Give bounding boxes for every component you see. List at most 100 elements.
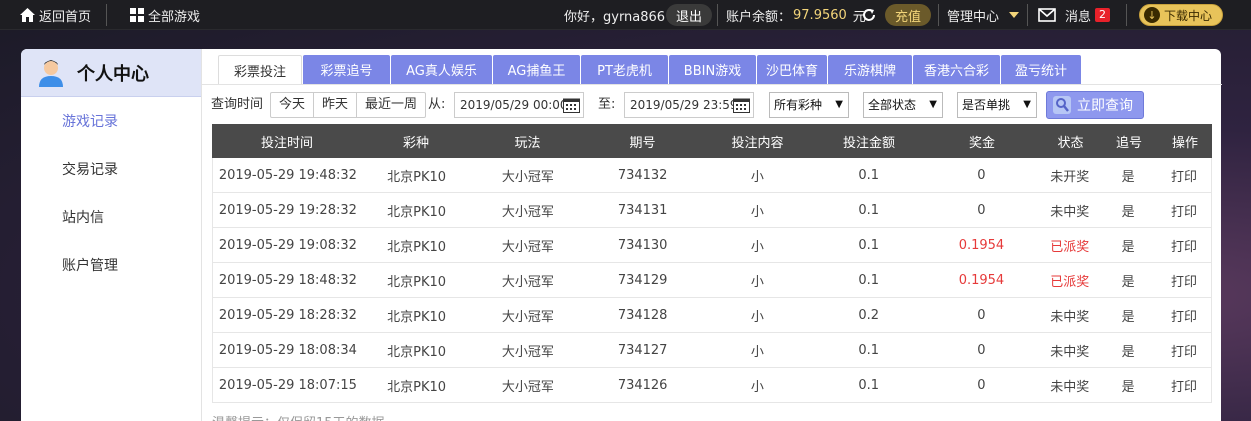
sidebar-item-account[interactable]: 账户管理	[21, 241, 201, 289]
table-row: 2019-05-29 18:28:32 北京PK10 大小冠军 734128 小 0.2 0…	[212, 298, 1212, 333]
divider	[717, 4, 718, 26]
to-date-input[interactable]: 2019/05/29 23:59	[624, 92, 754, 118]
tab-label: 香港六合彩	[923, 64, 989, 79]
sidebar: 个人中心 游戏记录 交易记录 站内信 账户管理	[21, 49, 201, 421]
home-label: 返回首页	[39, 9, 92, 25]
tab-label: PT老虎机	[597, 64, 652, 79]
issue-cell: 734132	[617, 167, 668, 183]
recharge-label: 充值	[885, 4, 932, 26]
bet-amount-cell: 0.1	[858, 167, 880, 183]
bet-time-cell: 2019-05-29 18:07:15	[218, 377, 357, 393]
bet-amount-cell: 0.1	[858, 377, 880, 393]
tab-label: AG真人娱乐	[406, 64, 477, 79]
sidebar-item-label: 交易记录	[62, 162, 118, 178]
bet-time-cell: 2019-05-29 18:28:32	[218, 307, 357, 323]
from-label: 从:	[428, 97, 446, 112]
lottery-cell: 北京PK10	[387, 344, 447, 360]
range-today-button[interactable]: 今天	[271, 93, 315, 117]
status-select[interactable]: 全部状态 ▼	[863, 92, 943, 118]
query-button[interactable]: 立即查询	[1046, 91, 1144, 119]
single-pick-select[interactable]: 是否单挑 ▼	[957, 92, 1037, 118]
print-link[interactable]: 打印	[1157, 368, 1211, 402]
sidebar-title: 个人中心	[77, 63, 149, 85]
single-select-value: 是否单挑	[962, 98, 1011, 112]
logout-button[interactable]: 退出	[666, 0, 713, 30]
sidebar-item-messages[interactable]: 站内信	[21, 193, 201, 241]
tab-label: 彩票投注	[233, 64, 286, 80]
print-link[interactable]: 打印	[1157, 228, 1211, 262]
tab-lottery-bets[interactable]: 彩票投注	[218, 55, 302, 84]
play-type-cell: 大小冠军	[501, 344, 554, 360]
status-cell: 未中奖	[1050, 204, 1090, 220]
bet-content-cell: 小	[750, 274, 764, 290]
lottery-cell: 北京PK10	[387, 169, 447, 185]
tab-ag-fishing[interactable]: AG捕鱼王	[493, 55, 580, 84]
column-header: 投注内容	[731, 135, 784, 151]
lottery-type-select[interactable]: 所有彩种 ▼	[769, 92, 849, 118]
bet-time-cell: 2019-05-29 18:48:32	[218, 272, 357, 288]
recharge-button[interactable]: 充值	[885, 0, 932, 30]
play-type-cell: 大小冠军	[501, 274, 554, 290]
refresh-button[interactable]	[861, 0, 877, 30]
calendar-icon[interactable]	[733, 97, 750, 113]
sidebar-item-label: 游戏记录	[62, 114, 118, 130]
range-last-week-button[interactable]: 最近一周	[357, 93, 425, 117]
issue-cell: 734127	[617, 342, 668, 358]
chevron-down-icon	[1009, 12, 1020, 18]
play-type-cell: 大小冠军	[501, 169, 554, 185]
play-type-cell: 大小冠军	[501, 204, 554, 220]
tab-hk-mark-six[interactable]: 香港六合彩	[913, 55, 1000, 84]
lottery-cell: 北京PK10	[387, 379, 447, 395]
retention-hint: 温馨提示：仅保留15天的数据	[212, 412, 385, 421]
tab-lottery-chase[interactable]: 彩票追号	[303, 55, 390, 84]
print-link[interactable]: 打印	[1157, 333, 1211, 367]
issue-cell: 734126	[617, 377, 668, 393]
table-header: 投注时间 彩种 玩法 期号 投注内容 投注金额 奖金 状态 追号 操作	[212, 124, 1212, 158]
refresh-icon	[863, 9, 875, 21]
prize-cell: 0	[977, 167, 986, 183]
table-row: 2019-05-29 19:48:32 北京PK10 大小冠军 734132 小 0.1 0…	[212, 158, 1212, 193]
range-yesterday-button[interactable]: 昨天	[314, 93, 358, 117]
chase-cell: 是	[1121, 344, 1135, 360]
tab-leyou-chess[interactable]: 乐游棋牌	[828, 55, 912, 84]
print-link[interactable]: 打印	[1157, 298, 1211, 332]
search-icon	[1053, 96, 1071, 114]
bet-content-cell: 小	[750, 379, 764, 395]
download-center-button[interactable]: ↓ 下载中心	[1139, 0, 1224, 30]
bet-time-cell: 2019-05-29 19:08:32	[218, 237, 357, 253]
calendar-icon[interactable]	[563, 97, 580, 113]
bet-time-cell: 2019-05-29 19:48:32	[218, 167, 357, 183]
quick-range-group: 今天 昨天 最近一周	[270, 92, 427, 118]
sidebar-item-transactions[interactable]: 交易记录	[21, 145, 201, 193]
divider	[1027, 4, 1028, 26]
manage-center-menu[interactable]: 管理中心	[947, 0, 1020, 30]
print-link[interactable]: 打印	[1157, 158, 1211, 192]
from-date-input[interactable]: 2019/05/29 00:00	[454, 92, 584, 118]
messages-link[interactable]: 消息 2	[1038, 0, 1111, 30]
print-link[interactable]: 打印	[1157, 193, 1211, 227]
messages-label: 消息	[1065, 9, 1092, 25]
grid-icon	[130, 8, 144, 22]
main-panel: 彩票投注 彩票追号 AG真人娱乐 AG捕鱼王 PT老虎机 BBIN游戏 沙巴体育…	[201, 49, 1222, 421]
bet-content-cell: 小	[750, 169, 764, 185]
tab-profit-loss[interactable]: 盈亏统计	[1001, 55, 1081, 84]
tab-pt-slots[interactable]: PT老虎机	[581, 55, 668, 84]
top-bar: 返回首页 全部游戏 你好，gyrna866 退出 账户余额： 97.9560 元…	[0, 0, 1251, 30]
sidebar-header: 个人中心	[21, 49, 201, 97]
column-header: 期号	[629, 135, 656, 151]
column-header: 投注金额	[842, 135, 895, 151]
download-icon: ↓	[1144, 7, 1160, 23]
tab-saba-sports[interactable]: 沙巴体育	[757, 55, 827, 84]
tab-bbin-games[interactable]: BBIN游戏	[669, 55, 756, 84]
print-link[interactable]: 打印	[1157, 263, 1211, 297]
tab-ag-live[interactable]: AG真人娱乐	[391, 55, 492, 84]
balance-label: 账户余额：	[726, 9, 792, 25]
messages-badge: 2	[1095, 8, 1111, 22]
chase-cell: 是	[1121, 309, 1135, 325]
sidebar-item-game-records[interactable]: 游戏记录	[21, 97, 201, 145]
table-body: 2019-05-29 19:48:32 北京PK10 大小冠军 734132 小 0.1 0…	[212, 158, 1212, 403]
home-link[interactable]: 返回首页	[20, 0, 91, 30]
tab-label: 盈亏统计	[1014, 64, 1067, 79]
all-games-link[interactable]: 全部游戏	[130, 0, 200, 30]
bet-time-cell: 2019-05-29 18:08:34	[218, 342, 357, 358]
